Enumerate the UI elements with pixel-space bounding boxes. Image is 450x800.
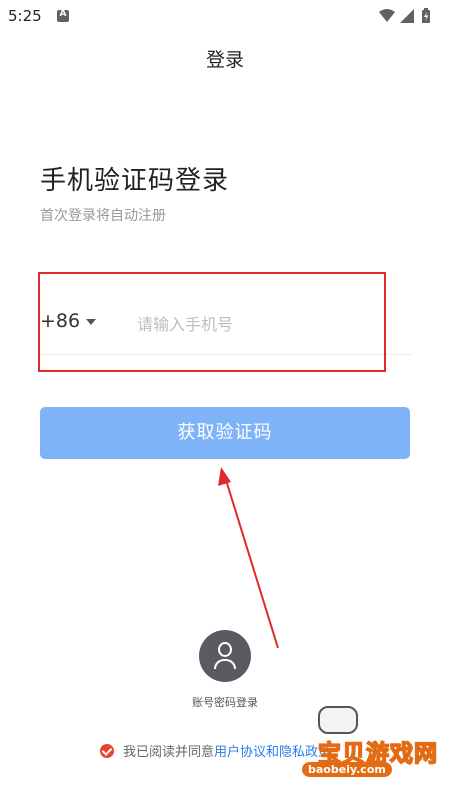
wifi-icon xyxy=(379,9,395,22)
status-icons xyxy=(378,8,440,24)
account-password-login-label: 账号密码登录 xyxy=(192,696,258,709)
login-heading: 手机验证码登录 xyxy=(40,166,230,196)
login-subheading: 首次登录将自动注册 xyxy=(40,208,166,224)
agreement-checkbox-icon[interactable] xyxy=(100,744,114,758)
user-avatar-icon xyxy=(199,630,251,682)
nav-bar: 登录 xyxy=(0,40,450,80)
battery-icon xyxy=(422,8,430,23)
cellular-icon xyxy=(400,9,414,23)
status-time: 5:25 xyxy=(8,7,42,25)
account-password-login[interactable]: 账号密码登录 xyxy=(190,630,260,710)
notification-a-icon xyxy=(57,9,69,22)
gamepad-icon xyxy=(318,706,358,734)
agreement-row: 我已阅读并同意用户协议和隐私政策 xyxy=(100,741,331,760)
agreement-text: 我已阅读并同意 xyxy=(123,745,215,760)
watermark-logo: 宝贝游戏网 baobeiy.com xyxy=(298,702,448,786)
status-bar: 5:25 xyxy=(0,0,450,32)
get-code-button[interactable]: 获取验证码 xyxy=(40,407,410,459)
watermark-url: baobeiy.com xyxy=(302,762,392,777)
page-title: 登录 xyxy=(205,49,244,71)
annotation-highlight-box xyxy=(38,272,386,372)
user-agreement-link[interactable]: 用户协议 xyxy=(214,745,266,760)
